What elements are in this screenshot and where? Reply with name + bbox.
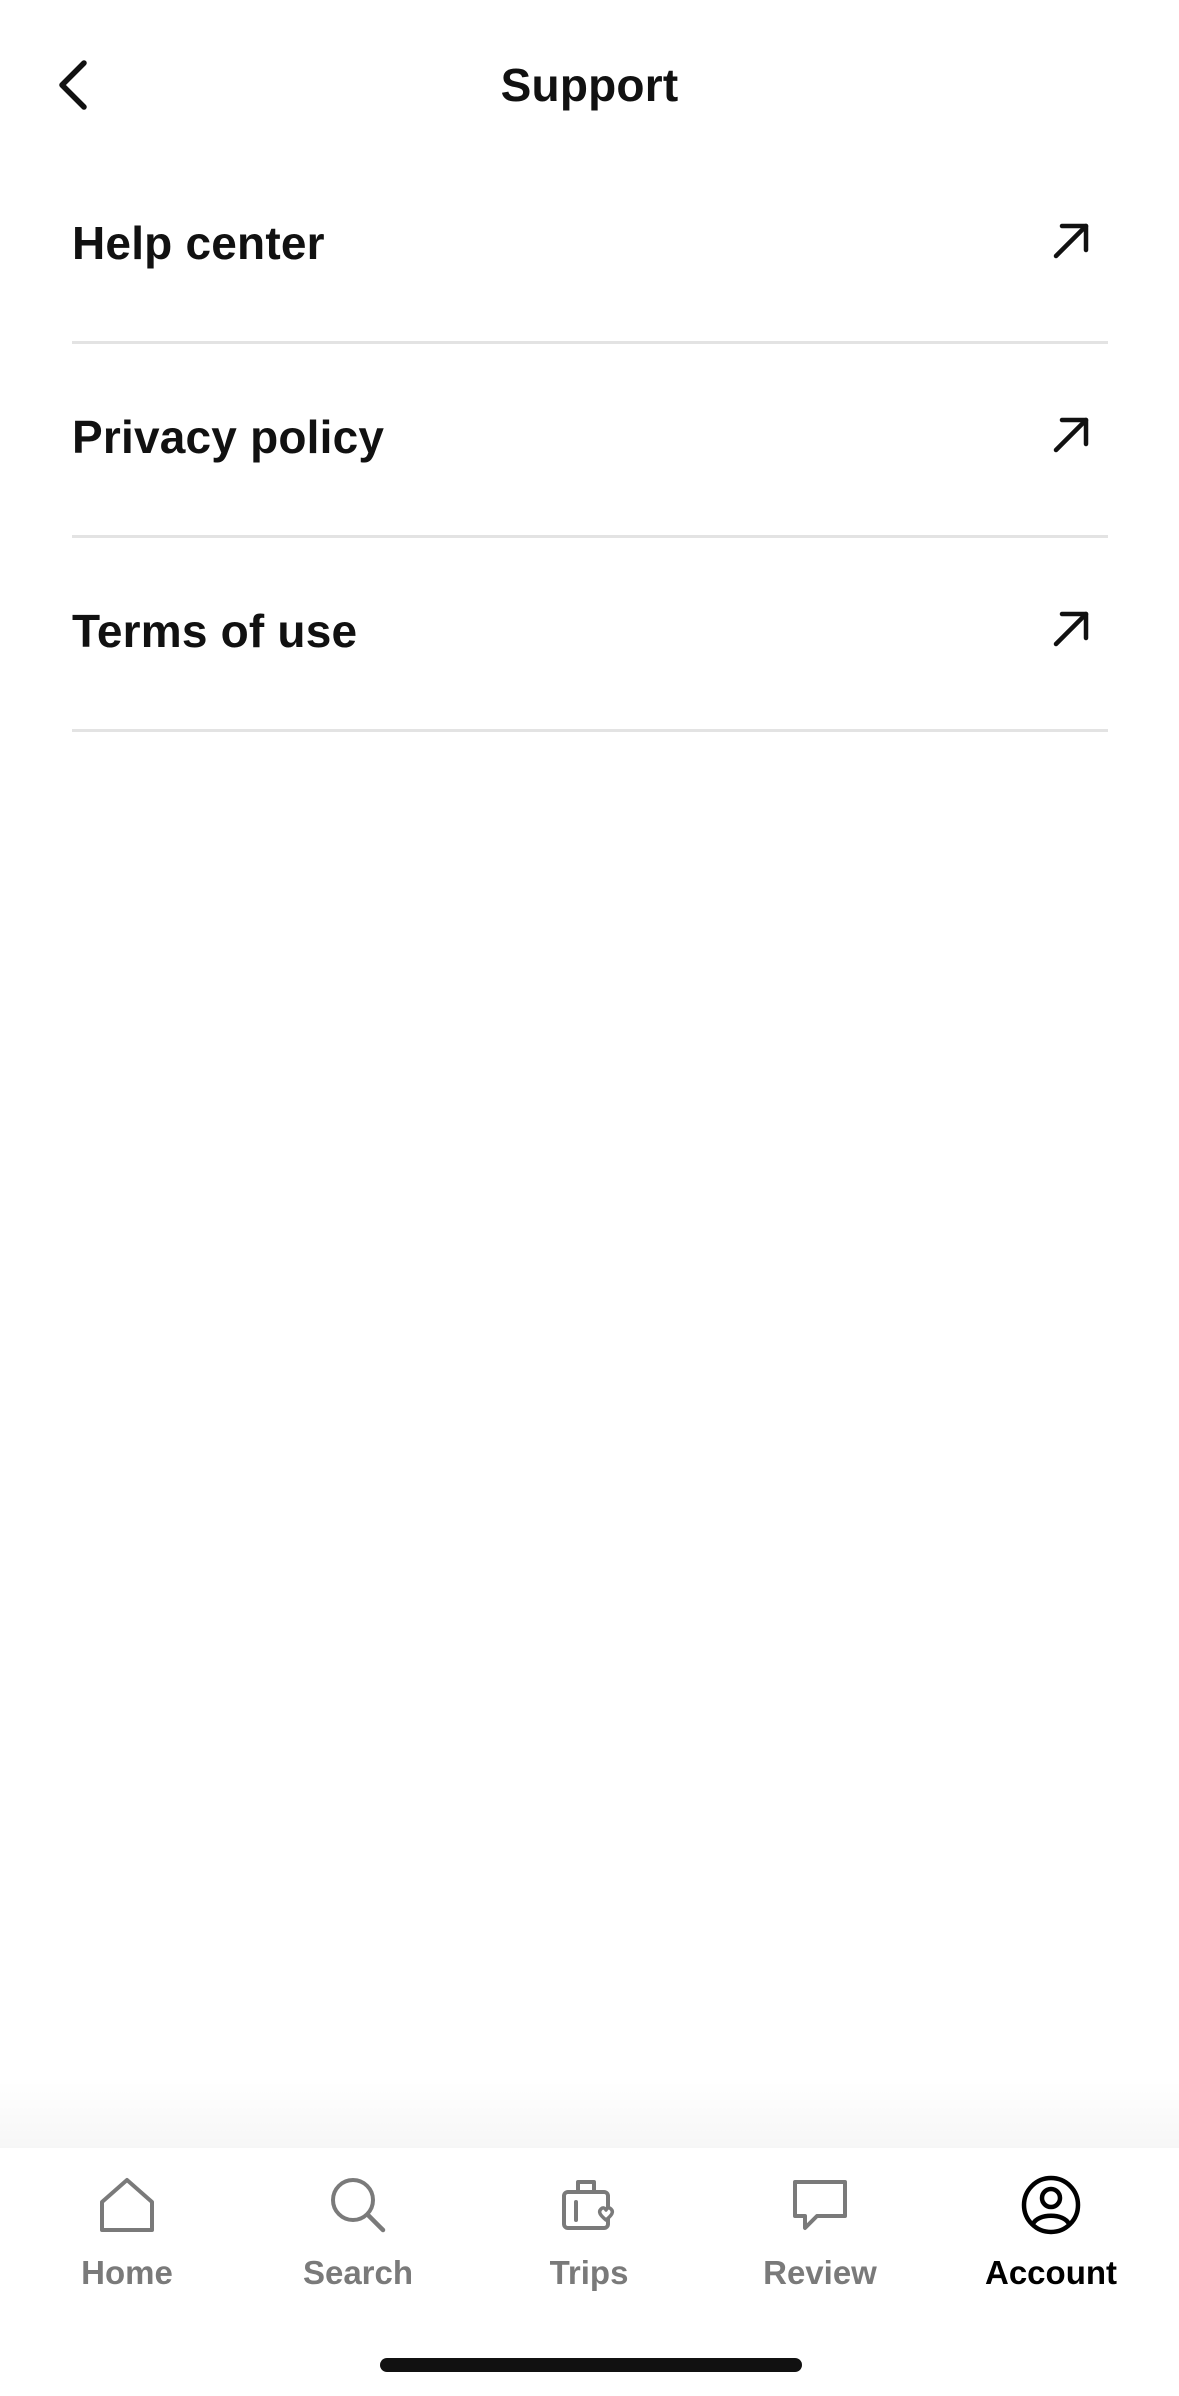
tabbar-shadow — [0, 2080, 1179, 2150]
tab-label: Trips — [549, 2254, 629, 2291]
tab-label: Account — [985, 2254, 1117, 2291]
chat-bubble-icon — [785, 2170, 855, 2240]
tab-label: Review — [763, 2254, 877, 2291]
tab-label: Search — [302, 2254, 414, 2291]
menu-item-help-center[interactable]: Help center — [72, 150, 1108, 344]
tab-account[interactable]: Account — [951, 2170, 1151, 2320]
tab-trips[interactable]: Trips — [489, 2170, 689, 2320]
menu-item-label: Terms of use — [72, 604, 358, 657]
home-indicator — [380, 2358, 802, 2372]
home-icon — [92, 2170, 162, 2240]
external-link-arrow-icon — [1044, 214, 1098, 268]
support-menu-list: Help center Privacy policy Terms of use — [72, 150, 1108, 732]
luggage-heart-icon — [554, 2170, 624, 2240]
external-link-arrow-icon — [1044, 602, 1098, 656]
account-circle-icon — [1016, 2170, 1086, 2240]
tab-review[interactable]: Review — [720, 2170, 920, 2320]
tab-label: Home — [81, 2254, 173, 2291]
header: Support — [0, 0, 1179, 170]
search-icon — [323, 2170, 393, 2240]
tab-search[interactable]: Search — [258, 2170, 458, 2320]
menu-item-label: Privacy policy — [72, 410, 385, 463]
menu-item-label: Help center — [72, 216, 325, 269]
external-link-arrow-icon — [1044, 408, 1098, 462]
menu-item-terms-of-use[interactable]: Terms of use — [72, 538, 1108, 732]
menu-item-privacy-policy[interactable]: Privacy policy — [72, 344, 1108, 538]
tab-home[interactable]: Home — [27, 2170, 227, 2320]
page-title: Support — [500, 59, 679, 111]
